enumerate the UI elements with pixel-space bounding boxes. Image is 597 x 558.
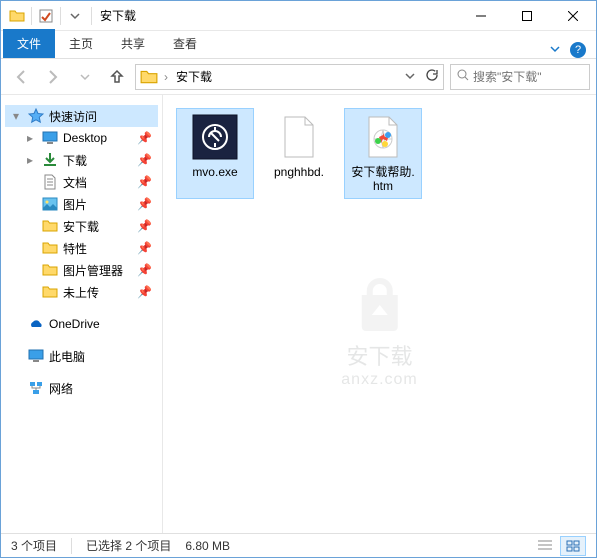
sidebar-item-pictures[interactable]: 图片 📌 xyxy=(5,193,158,215)
sidebar-item-label: 特性 xyxy=(63,240,87,257)
folder-icon xyxy=(41,217,59,235)
sidebar-item-label: 网络 xyxy=(49,380,73,397)
chevron-right-icon[interactable]: ▸ xyxy=(27,153,41,167)
sidebar-item-label: 安下载 xyxy=(63,218,99,235)
sidebar-item-documents[interactable]: 文档 📌 xyxy=(5,171,158,193)
sidebar-item-label: 图片 xyxy=(63,196,87,213)
this-pc-icon xyxy=(27,347,45,365)
status-selected-count: 已选择 2 个项目 xyxy=(86,537,171,554)
chevron-right-icon[interactable]: › xyxy=(162,70,170,84)
file-label: 安下载帮助.htm xyxy=(349,165,417,194)
pin-icon: 📌 xyxy=(137,197,152,211)
pin-icon: 📌 xyxy=(137,175,152,189)
sidebar-onedrive[interactable]: OneDrive xyxy=(5,313,158,335)
folder-icon xyxy=(140,68,158,86)
folder-icon xyxy=(41,283,59,301)
file-item-blank[interactable]: pnghhbd. xyxy=(261,109,337,198)
titlebar: 安下载 xyxy=(1,1,596,31)
htm-icon xyxy=(359,113,407,161)
pin-icon: 📌 xyxy=(137,263,152,277)
pin-icon: 📌 xyxy=(137,241,152,255)
watermark: 安下载 anxz.com xyxy=(341,275,417,389)
expand-ribbon-icon[interactable] xyxy=(550,43,560,57)
sidebar-item-folder[interactable]: 图片管理器 📌 xyxy=(5,259,158,281)
desktop-icon xyxy=(41,129,59,147)
star-icon xyxy=(27,107,45,125)
documents-icon xyxy=(41,173,59,191)
tab-view[interactable]: 查看 xyxy=(159,29,211,58)
file-icon xyxy=(275,113,323,161)
maximize-button[interactable] xyxy=(504,1,550,31)
downloads-icon xyxy=(41,151,59,169)
close-button[interactable] xyxy=(550,1,596,31)
navigation-pane: ▾ 快速访问 ▸ Desktop 📌 ▸ 下载 📌 xyxy=(1,95,163,533)
pin-icon: 📌 xyxy=(137,285,152,299)
status-item-count: 3 个项目 xyxy=(11,537,57,554)
sidebar-item-label: Desktop xyxy=(63,131,107,145)
quick-access-toolbar xyxy=(1,7,91,25)
address-bar[interactable]: › 安下载 xyxy=(135,64,444,90)
sidebar-item-label: 文档 xyxy=(63,174,87,191)
pin-icon: 📌 xyxy=(137,153,152,167)
help-icon[interactable]: ? xyxy=(570,42,586,58)
pin-icon: 📌 xyxy=(137,219,152,233)
breadcrumb-item[interactable]: 安下载 xyxy=(170,66,218,87)
recent-locations-button[interactable] xyxy=(71,63,99,91)
chevron-down-icon[interactable]: ▾ xyxy=(13,109,27,123)
quick-access-root[interactable]: ▾ 快速访问 xyxy=(5,105,158,127)
file-label: pnghhbd. xyxy=(274,165,324,179)
chevron-right-icon[interactable]: ▸ xyxy=(27,131,41,145)
exe-icon xyxy=(191,113,239,161)
onedrive-icon xyxy=(27,315,45,333)
file-label: mvo.exe xyxy=(192,165,237,179)
sidebar-item-label: OneDrive xyxy=(49,317,100,331)
explorer-window: 安下载 文件 主页 共享 查看 ? › 安下载 xyxy=(0,0,597,558)
tab-file[interactable]: 文件 xyxy=(3,29,55,58)
qat-properties-icon[interactable] xyxy=(38,8,54,24)
sidebar-item-downloads[interactable]: ▸ 下载 📌 xyxy=(5,149,158,171)
sidebar-item-folder[interactable]: 特性 📌 xyxy=(5,237,158,259)
sidebar-item-label: 图片管理器 xyxy=(63,262,123,279)
sidebar-item-desktop[interactable]: ▸ Desktop 📌 xyxy=(5,127,158,149)
file-item-exe[interactable]: mvo.exe xyxy=(177,109,253,198)
sidebar-item-label: 未上传 xyxy=(63,284,99,301)
sidebar-item-label: 下载 xyxy=(63,152,87,169)
search-box[interactable] xyxy=(450,64,590,90)
window-title: 安下载 xyxy=(100,7,136,24)
tab-home[interactable]: 主页 xyxy=(55,29,107,58)
forward-button[interactable] xyxy=(39,63,67,91)
address-dropdown-icon[interactable] xyxy=(405,70,415,84)
minimize-button[interactable] xyxy=(458,1,504,31)
qat-dropdown-icon[interactable] xyxy=(67,8,83,24)
status-bar: 3 个项目 已选择 2 个项目 6.80 MB xyxy=(1,533,596,557)
sidebar-item-label: 此电脑 xyxy=(49,348,85,365)
sidebar-this-pc[interactable]: 此电脑 xyxy=(5,345,158,367)
refresh-button[interactable] xyxy=(425,68,439,85)
folder-icon xyxy=(41,239,59,257)
pin-icon: 📌 xyxy=(137,131,152,145)
pictures-icon xyxy=(41,195,59,213)
search-input[interactable] xyxy=(473,70,597,84)
status-selected-size: 6.80 MB xyxy=(185,539,230,553)
view-details-button[interactable] xyxy=(532,536,558,556)
quick-access-label: 快速访问 xyxy=(49,108,97,125)
tab-share[interactable]: 共享 xyxy=(107,29,159,58)
sidebar-network[interactable]: 网络 xyxy=(5,377,158,399)
folder-icon xyxy=(9,8,25,24)
ribbon-tabs: 文件 主页 共享 查看 ? xyxy=(1,31,596,59)
folder-icon xyxy=(41,261,59,279)
file-item-htm[interactable]: 安下载帮助.htm xyxy=(345,109,421,198)
network-icon xyxy=(27,379,45,397)
sidebar-item-folder[interactable]: 安下载 📌 xyxy=(5,215,158,237)
view-large-icons-button[interactable] xyxy=(560,536,586,556)
back-button[interactable] xyxy=(7,63,35,91)
sidebar-item-folder[interactable]: 未上传 📌 xyxy=(5,281,158,303)
file-list-pane[interactable]: mvo.exe pnghhbd. 安下载帮助.htm xyxy=(163,95,596,533)
search-icon xyxy=(457,69,469,84)
navigation-bar: › 安下载 xyxy=(1,59,596,95)
up-button[interactable] xyxy=(103,63,131,91)
